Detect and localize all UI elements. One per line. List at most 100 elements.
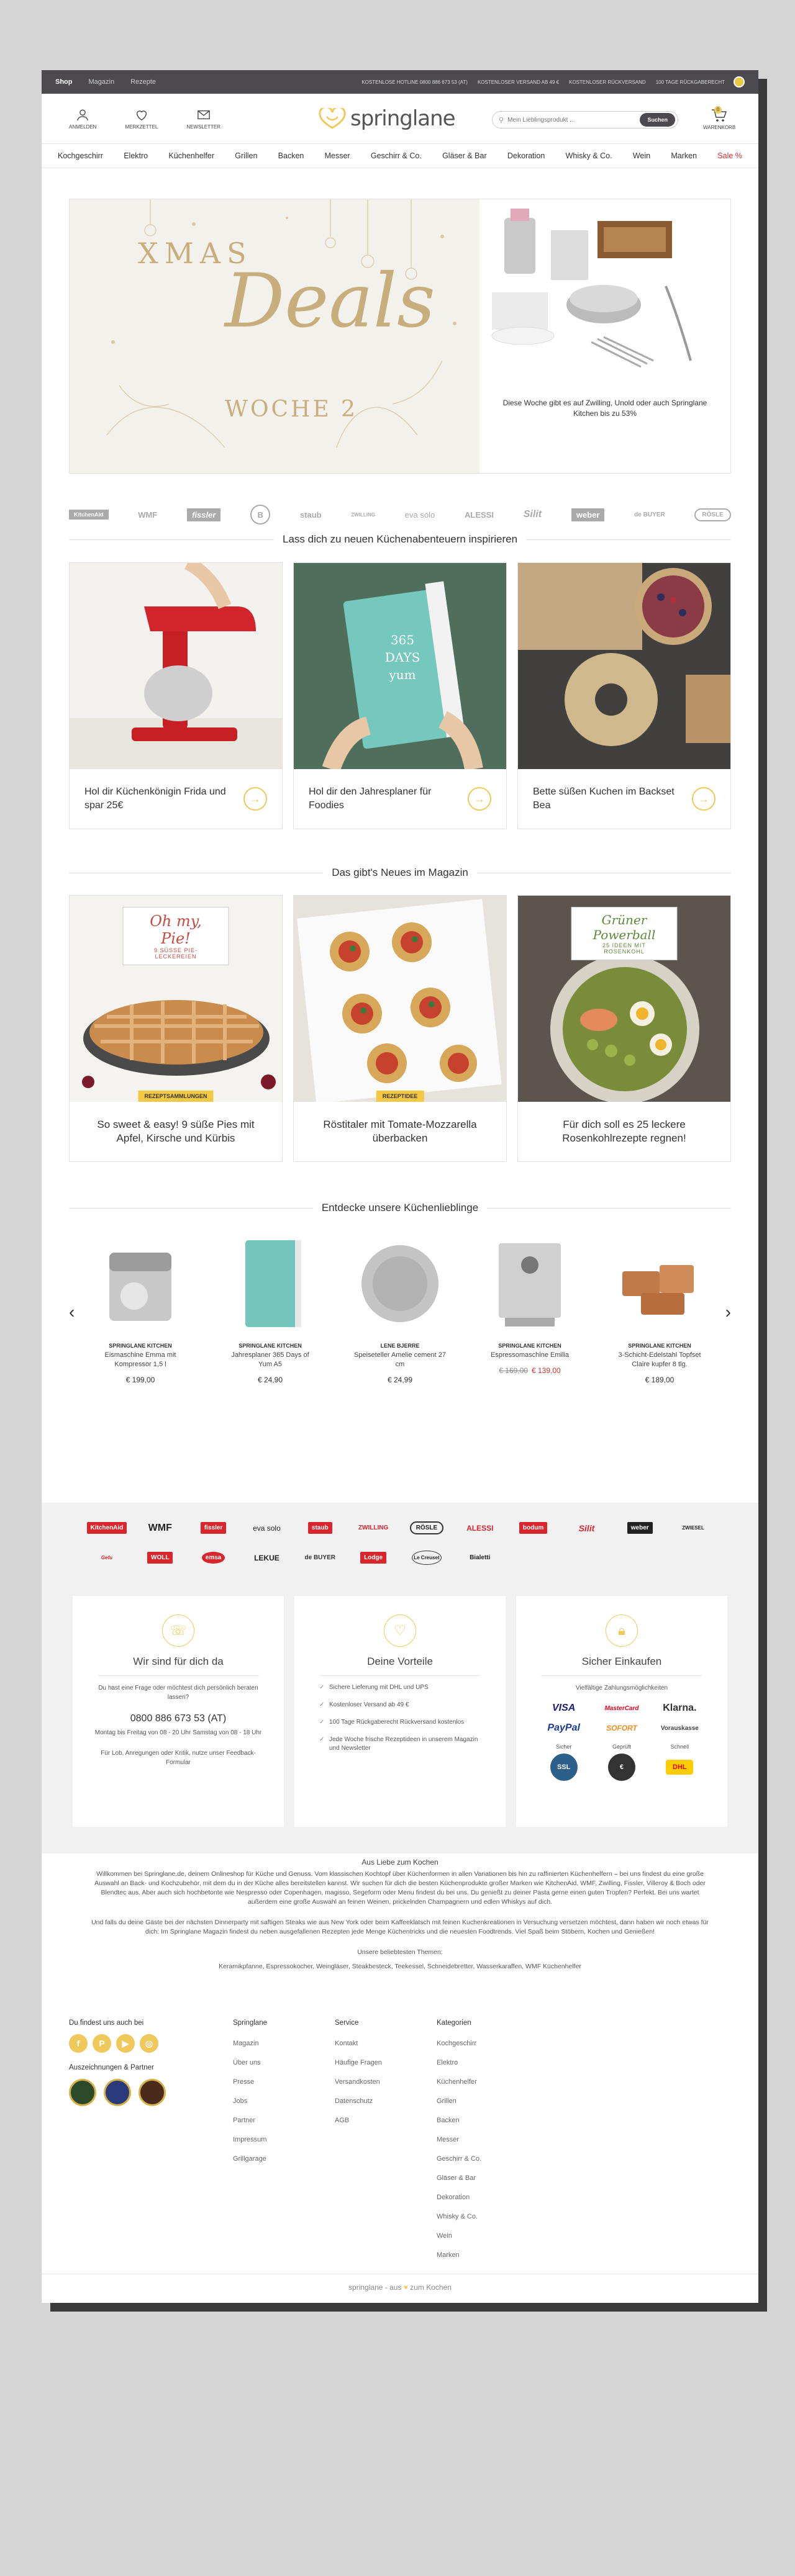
brand-logo[interactable]: ALESSI <box>466 1524 493 1533</box>
magazine-card[interactable]: Rezeptidee Röstitaler mit Tomate-Mozzare… <box>293 895 507 1162</box>
tab-shop[interactable]: Shop <box>55 78 73 86</box>
nav-item[interactable]: Küchenhelfer <box>168 151 214 160</box>
brand-logo[interactable]: bodum <box>519 1522 548 1534</box>
contact-phone[interactable]: 0800 886 673 53 (AT) <box>73 1713 284 1724</box>
product-tile[interactable]: Springlane Kitchen Eismaschine Emma mit … <box>94 1231 187 1384</box>
footer-link[interactable]: Impressum <box>233 2130 267 2150</box>
arrow-right-icon[interactable]: → <box>692 787 716 811</box>
nav-item[interactable]: Backen <box>278 151 304 160</box>
magazine-card[interactable]: Oh my, Pie! 9 SÜSSE PIE-LECKEREIEN Rezep… <box>69 895 283 1162</box>
footer-link[interactable]: Kochgeschirr <box>437 2034 481 2053</box>
youtube-icon[interactable]: ▶ <box>116 2034 135 2053</box>
nav-item[interactable]: Kochgeschirr <box>58 151 103 160</box>
footer-link[interactable]: Gläser & Bar <box>437 2169 481 2188</box>
footer-link[interactable]: Elektro <box>437 2053 481 2073</box>
footer-link[interactable]: Backen <box>437 2111 481 2130</box>
footer-link[interactable]: AGB <box>335 2111 382 2130</box>
nav-item[interactable]: Grillen <box>235 151 257 160</box>
brand-logo[interactable]: Gefu <box>101 1555 112 1560</box>
footer-link[interactable]: Grillen <box>437 2092 481 2111</box>
brand-logo[interactable]: ZWIESEL <box>682 1525 704 1531</box>
nav-item[interactable]: Whisky & Co. <box>566 151 612 160</box>
brand-logo[interactable]: B <box>250 505 271 525</box>
brand-logo[interactable]: LEKUE <box>254 1554 279 1562</box>
brand-logo[interactable]: RÖSLE <box>694 508 731 521</box>
footer-link[interactable]: Kontakt <box>335 2034 382 2053</box>
brand-logo[interactable]: staub <box>300 510 322 520</box>
nav-item[interactable]: Marken <box>671 151 697 160</box>
brand-logo[interactable]: de BUYER <box>634 511 665 518</box>
popular-topics[interactable]: Keramikpfanne, Espressokocher, Weingläse… <box>91 1962 709 1971</box>
pinterest-icon[interactable]: P <box>93 2034 111 2053</box>
footer-link[interactable]: Jobs <box>233 2092 267 2111</box>
footer-link[interactable]: Magazin <box>233 2034 267 2053</box>
brand-logo[interactable]: ZWILLING <box>358 1524 388 1531</box>
footer-link[interactable]: Über uns <box>233 2053 267 2073</box>
search-button[interactable]: Suchen <box>640 113 675 127</box>
category-badge[interactable]: Rezeptsammlungen <box>138 1091 214 1102</box>
brand-logo[interactable]: Bialetti <box>470 1554 490 1561</box>
brand-logo[interactable]: eva solo <box>405 510 435 520</box>
feedback-link[interactable]: Für Lob, Anregungen oder Kritik, nutze u… <box>73 1749 284 1767</box>
arrow-right-icon[interactable]: → <box>468 787 491 811</box>
brand-logo[interactable]: RÖSLE <box>409 1521 444 1534</box>
footer-link[interactable]: Dekoration <box>437 2188 481 2207</box>
cart-button[interactable]: 0 Warenkorb <box>703 106 735 130</box>
brand-logo[interactable]: ALESSI <box>465 510 494 520</box>
search-input[interactable] <box>507 116 640 124</box>
product-tile[interactable]: Springlane Kitchen Jahresplaner 365 Days… <box>224 1231 317 1384</box>
login-button[interactable]: Anmelden <box>69 108 96 130</box>
brand-logo[interactable]: de BUYER <box>305 1554 335 1561</box>
nav-item[interactable]: Messer <box>325 151 350 160</box>
footer-link[interactable]: Küchenhelfer <box>437 2073 481 2092</box>
nav-item-sale[interactable]: Sale % <box>717 151 742 160</box>
brand-logo[interactable]: WMF <box>138 510 157 520</box>
brand-logo[interactable]: KitchenAid <box>69 510 109 520</box>
tab-rezepte[interactable]: Rezepte <box>130 78 156 86</box>
brand-logo[interactable]: emsa <box>201 1552 225 1564</box>
footer-link[interactable]: Partner <box>233 2111 267 2130</box>
footer-link[interactable]: Grillgarage <box>233 2150 267 2169</box>
product-tile[interactable]: Springlane Kitchen 3-Schicht-Edelstahl T… <box>613 1231 706 1384</box>
hero-banner[interactable]: XMAS Deals WOCHE 2 Diese Woche gibt es a… <box>69 199 731 474</box>
magazine-card[interactable]: Grüner Powerball 25 IDEEN MIT ROSENKOHL … <box>517 895 731 1162</box>
brand-logo[interactable]: WOLL <box>147 1552 173 1564</box>
brand-logo[interactable]: ZWILLING <box>351 512 375 518</box>
newsletter-button[interactable]: Newsletter <box>186 108 220 130</box>
carousel-next-icon[interactable]: › <box>725 1302 731 1322</box>
footer-link[interactable]: Whisky & Co. <box>437 2207 481 2227</box>
brand-logo[interactable]: weber <box>627 1522 653 1534</box>
footer-link[interactable]: Messer <box>437 2130 481 2150</box>
carousel-prev-icon[interactable]: ‹ <box>69 1302 75 1322</box>
logo[interactable]: springlane <box>318 106 456 131</box>
product-tile[interactable]: Springlane Kitchen Espressomaschine Emil… <box>483 1231 576 1384</box>
footer-link[interactable]: Wein <box>437 2227 481 2246</box>
footer-link[interactable]: Versandkosten <box>335 2073 382 2092</box>
nav-item[interactable]: Elektro <box>124 151 148 160</box>
nav-item[interactable]: Geschirr & Co. <box>371 151 422 160</box>
footer-link[interactable]: Presse <box>233 2073 267 2092</box>
footer-link[interactable]: Häufige Fragen <box>335 2053 382 2073</box>
facebook-icon[interactable]: f <box>69 2034 88 2053</box>
brand-logo[interactable]: Lodge <box>360 1552 387 1564</box>
inspire-card[interactable]: 365 DAYS yum Hol dir den Jahresplaner fü… <box>293 562 507 829</box>
brand-logo[interactable]: WMF <box>148 1523 172 1534</box>
footer-link[interactable]: Datenschutz <box>335 2092 382 2111</box>
wishlist-button[interactable]: Merkzettel <box>125 108 158 130</box>
footer-link[interactable]: Geschirr & Co. <box>437 2150 481 2169</box>
arrow-right-icon[interactable]: → <box>243 787 267 811</box>
brand-logo[interactable]: eva solo <box>253 1524 281 1533</box>
instagram-icon[interactable]: ◎ <box>140 2034 158 2053</box>
brand-logo[interactable]: Silit <box>524 509 542 520</box>
footer-link[interactable]: Marken <box>437 2246 481 2265</box>
nav-item[interactable]: Dekoration <box>507 151 545 160</box>
brand-logo[interactable]: staub <box>307 1522 332 1534</box>
nav-item[interactable]: Wein <box>633 151 650 160</box>
country-flag-icon[interactable] <box>734 76 745 88</box>
inspire-card[interactable]: Hol dir Küchenkönigin Frida und spar 25€… <box>69 562 283 829</box>
brand-logo[interactable]: Silit <box>579 1523 595 1533</box>
brand-logo[interactable]: fissler <box>187 508 221 521</box>
inspire-card[interactable]: Bette süßen Kuchen im Backset Bea → <box>517 562 731 829</box>
tab-magazin[interactable]: Magazin <box>89 78 115 86</box>
product-tile[interactable]: Lene Bjerre Speiseteller Amelie cement 2… <box>353 1231 447 1384</box>
